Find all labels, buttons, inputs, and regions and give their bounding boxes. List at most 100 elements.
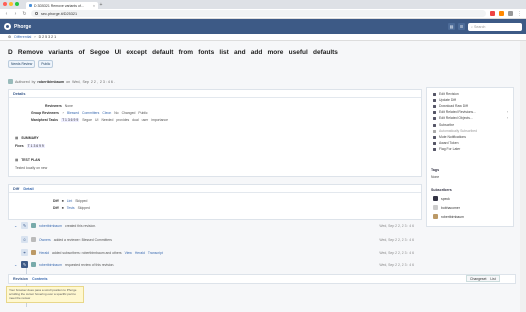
view-toggle: Changeset List xyxy=(466,275,500,282)
subscribers-header: Subscribers xyxy=(431,188,452,192)
extension-icon[interactable] xyxy=(499,11,504,16)
new-tab-button[interactable]: + xyxy=(98,2,104,9)
tests-row: Diff ■ Tests Skipped xyxy=(53,206,90,210)
summary-header: ▦ SUMMARY xyxy=(15,136,39,140)
actions-sidebar: Edit Revision Update Diff Download Raw D… xyxy=(426,87,514,227)
breadcrumb-app[interactable]: Differential xyxy=(14,35,31,39)
maximize-window-icon[interactable] xyxy=(15,2,19,6)
tab-title: D 3D5321 Remove variants of... xyxy=(34,3,84,8)
test-plan-header: ▦ TEST PLAN xyxy=(15,158,41,162)
back-icon[interactable]: ‹ xyxy=(4,11,9,17)
avatar xyxy=(31,250,36,255)
action-related-revisions[interactable]: Edit Related Revisions... › xyxy=(433,110,513,114)
timeline-event: ⚭ Herald added subscribers: robertbirnba… xyxy=(21,249,414,256)
search-input[interactable]: ⌕ Search xyxy=(468,22,522,31)
extension-shield-icon[interactable] xyxy=(490,11,495,16)
tags-header: Tags xyxy=(431,168,440,172)
avatar xyxy=(31,237,36,242)
search-placeholder: Search xyxy=(474,24,486,29)
gear-icon: ⚙ xyxy=(8,35,12,39)
lint-status-icon: ■ xyxy=(61,199,64,203)
tags-value: None xyxy=(431,175,440,179)
diff-header: Diff Detail xyxy=(9,185,421,193)
avatar xyxy=(31,262,36,267)
avatar xyxy=(31,223,36,228)
close-window-icon[interactable] xyxy=(3,2,7,6)
action-subscribe[interactable]: Subscribe xyxy=(433,123,454,127)
lint-row: Diff ■ Lint Skipped xyxy=(53,199,88,203)
address-bar: ‹ › ↻ sec.phorge.it/D25321 ⋮ xyxy=(0,9,526,19)
reviewers-row: Reviewers None xyxy=(45,104,73,108)
action-flag[interactable]: Flag For Later xyxy=(433,147,460,151)
chevron-right-icon: › xyxy=(507,116,509,120)
author-link[interactable]: robertbirnbaum xyxy=(37,80,64,84)
profile-icon[interactable] xyxy=(508,11,513,16)
changeset-button[interactable]: Changeset xyxy=(470,277,486,281)
status-tags: Needs Review Public xyxy=(8,60,54,68)
status-badge: Needs Review xyxy=(8,60,36,68)
summary-icon: ▦ xyxy=(15,136,19,140)
phorge-logo-icon[interactable] xyxy=(4,23,11,30)
page-title: D Remove variants of Segoe UI except default fro… xyxy=(8,49,338,56)
scrollbar[interactable] xyxy=(520,41,526,312)
author-line: Authored by robertbirnbaum on Wed, Sep 2 2 ,… xyxy=(8,79,115,84)
subscriber[interactable]: bobhacomer xyxy=(433,205,460,210)
pencil-icon: ✎ xyxy=(21,222,28,229)
breadcrumb-item[interactable]: D 2 5 3 2 1 xyxy=(39,35,57,39)
action-update-diff[interactable]: Update Diff xyxy=(433,98,456,102)
browser-tab-bar: D 3D5321 Remove variants of... × + xyxy=(0,0,526,9)
lock-icon xyxy=(35,12,38,15)
group-reviewers-row: Group Reviewers ◔ Blessed Committers Cle… xyxy=(31,111,148,115)
reload-icon[interactable]: ↻ xyxy=(22,11,27,17)
url-field[interactable]: sec.phorge.it/D25321 xyxy=(31,10,486,17)
app-header: Phorge ▤ ☰ ⌕ Search xyxy=(0,19,526,34)
link-icon: ⚭ xyxy=(21,249,28,256)
browser-tab[interactable]: D 3D5321 Remove variants of... × xyxy=(26,2,98,9)
notifications-icon[interactable]: ▤ xyxy=(448,23,455,30)
action-download-diff[interactable]: Download Raw Diff xyxy=(433,104,468,108)
details-header: Details xyxy=(9,90,421,98)
list-button[interactable]: List xyxy=(490,277,495,281)
reviewer-status-icon: ◔ xyxy=(61,111,64,115)
timeline-event: ⌄ ✎ robertbirnbaum created this revision… xyxy=(14,222,414,229)
revision-contents-header: Revision Contents xyxy=(8,274,516,284)
chevron-right-icon: › xyxy=(507,110,509,114)
collapse-icon[interactable]: ⌄ xyxy=(14,262,18,267)
test-plan-icon: ▦ xyxy=(15,158,19,162)
action-mute[interactable]: Mute Notifications xyxy=(433,135,466,139)
timeline-event: ☺ Owners added a reviewer: Blessed Commi… xyxy=(21,236,414,243)
breadcrumb: ⚙ Differential › D 2 5 3 2 1 xyxy=(0,34,526,41)
brand-name[interactable]: Phorge xyxy=(14,24,31,30)
url-text: sec.phorge.it/D25321 xyxy=(41,11,78,16)
action-award-token[interactable]: Award Token xyxy=(433,141,458,145)
diff-panel: Diff Detail Diff ■ Lint Skipped Diff ■ T… xyxy=(8,184,422,220)
subscriber[interactable]: speck xyxy=(433,196,450,201)
fixes-row: Fixes T 1 3 6 9 9 xyxy=(15,144,45,148)
main-content: D Remove variants of Segoe UI except default fro… xyxy=(0,41,526,312)
maniphest-row: Maniphest Tasks T 1 3 6 9 9 Segoe UI Nee… xyxy=(31,118,168,122)
minimize-window-icon[interactable] xyxy=(9,2,13,6)
favicon-icon xyxy=(29,4,32,7)
breadcrumb-separator: › xyxy=(34,35,36,39)
tooltip: Your browser does pass a scroll position… xyxy=(6,286,84,303)
test-plan-text: Tested locally on new xyxy=(15,166,48,170)
subscriber[interactable]: robertbirnbaum xyxy=(433,214,464,219)
user-add-icon: ☺ xyxy=(21,236,28,243)
tab-contents[interactable]: Contents xyxy=(32,277,48,281)
forward-icon[interactable]: › xyxy=(13,11,18,17)
visibility-badge: Public xyxy=(38,60,54,68)
pencil-icon: ✎ xyxy=(21,261,28,268)
diff-detail-link[interactable]: Detail xyxy=(23,187,33,191)
window-controls[interactable] xyxy=(3,2,19,6)
avatar xyxy=(8,79,13,84)
tests-status-icon: ■ xyxy=(61,206,64,210)
user-menu-icon[interactable]: ☰ xyxy=(458,23,465,30)
close-tab-icon[interactable]: × xyxy=(93,4,95,8)
menu-icon[interactable]: ⋮ xyxy=(517,11,522,17)
action-related-objects[interactable]: Edit Related Objects... › xyxy=(433,116,513,120)
auto-subscribed-note: Automatically Subscribed xyxy=(433,129,477,133)
timeline-event: ⌄ ✎ robertbirnbaum requested review of t… xyxy=(14,261,414,268)
collapse-icon[interactable]: ⌄ xyxy=(14,223,18,228)
details-panel: Details Reviewers None Group Reviewers ◔ … xyxy=(8,89,422,177)
action-edit-revision[interactable]: Edit Revision xyxy=(433,92,459,96)
